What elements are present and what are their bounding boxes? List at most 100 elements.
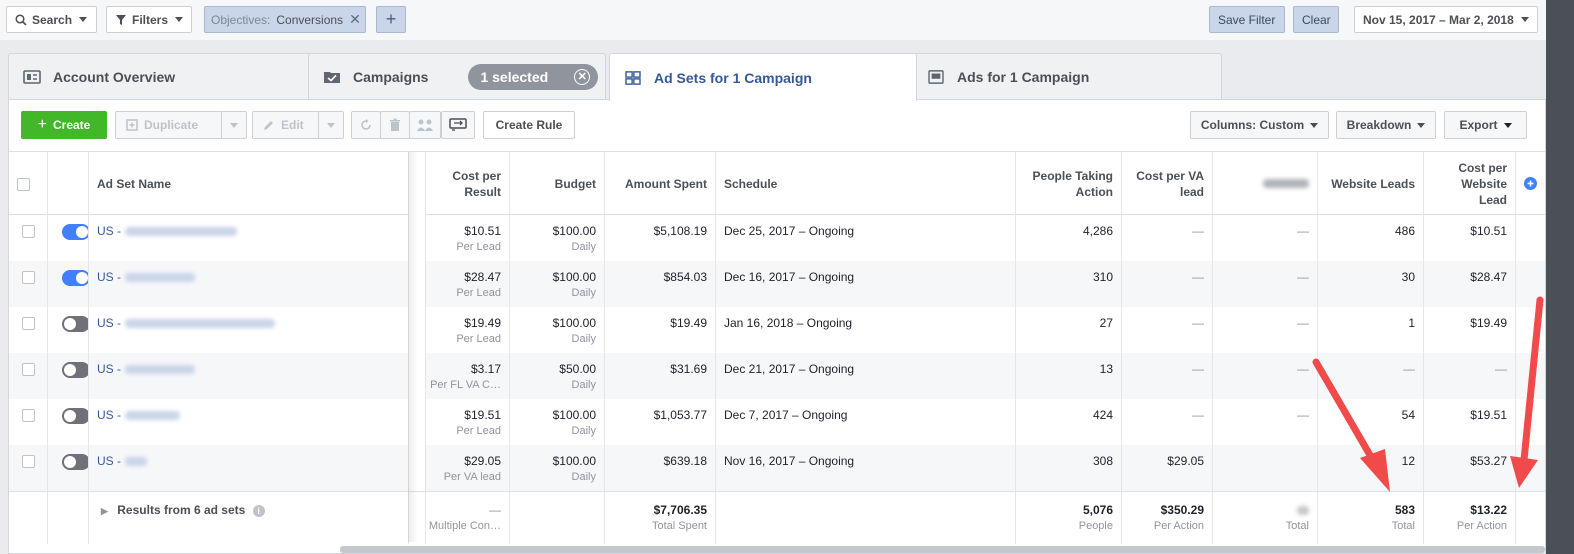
totals-cost-per-va: $350.29 Per Action xyxy=(1122,492,1213,544)
chevron-down-icon xyxy=(1417,122,1426,128)
row-checkbox[interactable] xyxy=(22,317,35,330)
trash-icon xyxy=(390,118,400,131)
table-row[interactable]: US - $10.51 Per Lead $100.00 Daily $5,108.19 D… xyxy=(9,215,1545,261)
totals-budget xyxy=(510,492,605,544)
select-all-checkbox[interactable] xyxy=(17,178,30,191)
breakdown-button[interactable]: Breakdown xyxy=(1336,111,1436,139)
search-button[interactable]: Search xyxy=(6,6,97,33)
remove-filter-icon[interactable]: ✕ xyxy=(349,11,361,28)
create-button[interactable]: + Create xyxy=(21,111,107,139)
pencil-icon xyxy=(264,121,273,130)
budget-cell[interactable]: $100.00 Daily xyxy=(510,307,605,353)
schedule-value: Nov 16, 2017 – Ongoing xyxy=(724,454,855,468)
tab-ads[interactable]: Ads for 1 Campaign xyxy=(912,53,1222,100)
account-card-icon xyxy=(23,70,41,84)
delivery-toggle[interactable] xyxy=(62,454,88,470)
horizontal-scrollbar[interactable] xyxy=(340,546,1545,553)
budget-cell[interactable]: $100.00 Daily xyxy=(510,215,605,261)
hidden-column-cell: — xyxy=(1213,353,1318,399)
compare-button[interactable] xyxy=(441,111,475,139)
cost-per-va-cell: — xyxy=(1122,215,1213,261)
website-leads-value: 486 xyxy=(1394,224,1415,238)
header-cost-per-va-lead[interactable]: Cost per VA lead xyxy=(1122,152,1213,215)
header-people-taking-action[interactable]: People Taking Action xyxy=(1016,152,1122,215)
header-schedule[interactable]: Schedule xyxy=(716,152,1016,215)
header-ad-set-name[interactable]: Ad Set Name xyxy=(89,152,409,215)
budget-cell[interactable]: $100.00 Daily xyxy=(510,445,605,491)
tab-campaigns[interactable]: Campaigns 1 selected ✕ xyxy=(308,53,606,100)
header-hidden-column[interactable] xyxy=(1213,152,1318,215)
info-icon[interactable]: i xyxy=(252,505,265,517)
row-checkbox[interactable] xyxy=(22,271,35,284)
header-budget[interactable]: Budget xyxy=(510,152,605,215)
edit-menu-button[interactable] xyxy=(318,111,344,139)
delete-button[interactable] xyxy=(380,111,410,139)
selected-count-pill[interactable]: 1 selected ✕ xyxy=(468,64,599,90)
table-toolbar: + Create Duplicate Edit Create Rule Colu… xyxy=(9,100,1545,152)
edit-button[interactable]: Edit xyxy=(252,111,320,139)
totals-people: 5,076 People xyxy=(1016,492,1122,544)
hidden-column-cell: — xyxy=(1213,307,1318,353)
row-checkbox[interactable] xyxy=(22,225,35,238)
delivery-toggle[interactable] xyxy=(62,362,88,378)
export-button[interactable]: Export xyxy=(1444,111,1527,139)
delivery-toggle[interactable] xyxy=(62,316,88,332)
budget-cell[interactable]: $100.00 Daily xyxy=(510,261,605,307)
ad-set-name-link[interactable]: US - xyxy=(97,362,121,376)
budget-cell[interactable]: $50.00 Daily xyxy=(510,353,605,399)
add-column-icon[interactable] xyxy=(1524,177,1537,190)
ad-set-name-link[interactable]: US - xyxy=(97,454,121,468)
columns-button[interactable]: Columns: Custom xyxy=(1190,111,1329,139)
website-leads-value: 12 xyxy=(1401,454,1415,468)
ab-test-button[interactable] xyxy=(409,111,441,139)
objective-filter-pill[interactable]: Objectives: Conversions ✕ xyxy=(204,6,366,33)
table-row[interactable]: US - $28.47 Per Lead $100.00 Daily $854.03 Dec… xyxy=(9,261,1545,307)
schedule-cell: Dec 7, 2017 – Ongoing xyxy=(716,399,1016,445)
hidden-column-value: — xyxy=(1297,270,1309,284)
header-amount-spent[interactable]: Amount Spent xyxy=(605,152,716,215)
budget-value: $100.00 xyxy=(552,408,596,422)
budget-cell[interactable]: $100.00 Daily xyxy=(510,399,605,445)
add-filter-button[interactable]: + xyxy=(376,6,406,33)
table-row[interactable]: US - $19.51 Per Lead $100.00 Daily $1,053.77 D… xyxy=(9,399,1545,445)
chevron-down-icon xyxy=(1521,17,1529,22)
ad-set-name-link[interactable]: US - xyxy=(97,224,121,238)
tab-account-overview[interactable]: Account Overview xyxy=(8,53,312,100)
header-website-leads[interactable]: Website Leads xyxy=(1318,152,1424,215)
row-select-cell xyxy=(9,399,48,445)
table-row[interactable]: US - $3.17 Per FL VA C… $50.00 Daily $31.69 De… xyxy=(9,353,1545,399)
blurred-text xyxy=(125,411,180,421)
ad-set-name-link[interactable]: US - xyxy=(97,270,121,284)
blurred-text xyxy=(125,319,275,329)
website-leads-cell: 54 xyxy=(1318,399,1424,445)
delivery-toggle[interactable] xyxy=(62,270,88,286)
row-checkbox[interactable] xyxy=(22,409,35,422)
duplicate-button[interactable]: Duplicate xyxy=(115,111,223,139)
delivery-toggle[interactable] xyxy=(62,408,88,424)
ad-set-name-link[interactable]: US - xyxy=(97,408,121,422)
delivery-toggle[interactable] xyxy=(62,224,88,240)
table-row[interactable]: US - $29.05 Per VA lead $100.00 Daily $639.18… xyxy=(9,445,1545,491)
row-select-cell xyxy=(9,445,48,491)
duplicate-menu-button[interactable] xyxy=(221,111,247,139)
create-rule-button[interactable]: Create Rule xyxy=(483,111,575,139)
hidden-column-value: — xyxy=(1297,316,1309,330)
date-range-picker[interactable]: Nov 15, 2017 – Mar 2, 2018 xyxy=(1354,6,1538,33)
clear-button[interactable]: Clear xyxy=(1293,6,1339,33)
header-cost-per-website-lead[interactable]: Cost per Website Lead xyxy=(1424,152,1516,215)
expand-triangle-icon[interactable]: ▶ xyxy=(101,506,108,516)
cost-per-result-cell: $19.49 Per Lead xyxy=(418,307,510,353)
ad-set-name-link[interactable]: US - xyxy=(97,316,121,330)
filters-button[interactable]: Filters xyxy=(106,6,192,33)
row-checkbox[interactable] xyxy=(22,363,35,376)
header-cost-per-result[interactable]: Cost per Result xyxy=(418,152,510,215)
row-checkbox[interactable] xyxy=(22,455,35,468)
totals-label-cell[interactable]: ▶ Results from 6 ad sets i xyxy=(89,492,409,544)
filters-label: Filters xyxy=(131,12,168,27)
refresh-button[interactable] xyxy=(351,111,381,139)
table-row[interactable]: US - $19.49 Per Lead $100.00 Daily $19.49 Jan … xyxy=(9,307,1545,353)
save-filter-button[interactable]: Save Filter xyxy=(1209,6,1285,33)
edit-label: Edit xyxy=(281,118,304,132)
tab-ad-sets[interactable]: Ad Sets for 1 Campaign xyxy=(609,53,917,101)
clear-selection-icon[interactable]: ✕ xyxy=(574,69,591,85)
